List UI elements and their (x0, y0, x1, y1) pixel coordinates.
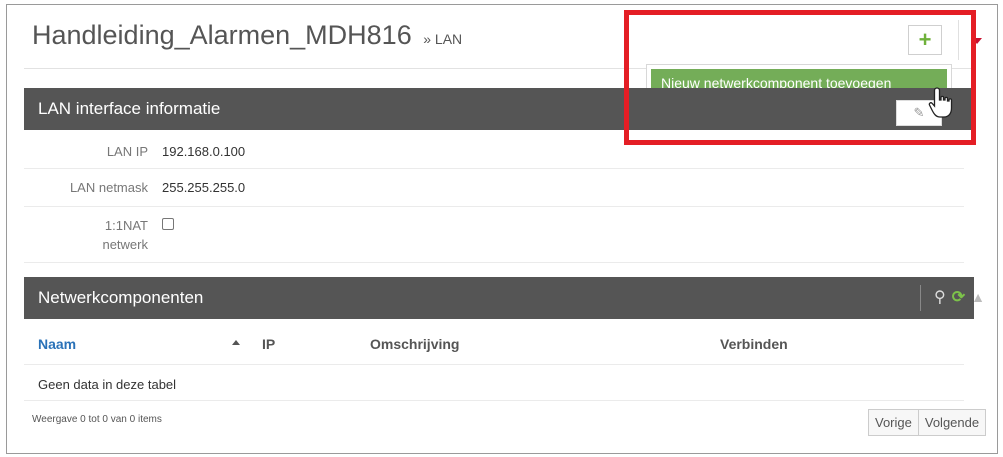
page-title: Handleiding_Alarmen_MDH816 » LAN (32, 20, 462, 51)
table-header-divider (24, 364, 964, 365)
network-components-title: Netwerkcomponenten (38, 288, 204, 307)
lan-ip-label: LAN IP (106, 144, 148, 159)
nat-label-line1: 1:1NAT (104, 218, 148, 233)
chevron-up-icon[interactable]: ▲ (971, 289, 985, 305)
column-header-verbinden[interactable]: Verbinden (720, 336, 788, 352)
column-header-naam[interactable]: Naam (38, 336, 76, 352)
lan-netmask-label: LAN netmask (69, 180, 148, 195)
page-title-text: Handleiding_Alarmen_MDH816 (32, 20, 412, 50)
breadcrumb[interactable]: » LAN (423, 31, 462, 47)
row-divider (24, 262, 964, 263)
pagination: Vorige Volgende (868, 409, 987, 436)
sort-ascending-icon[interactable] (232, 340, 240, 345)
lan-netmask-value: 255.255.255.0 (162, 180, 246, 195)
empty-table-message: Geen data in deze tabel (38, 377, 177, 392)
search-icon[interactable]: ⚲ (934, 287, 946, 307)
column-header-omschrijving[interactable]: Omschrijving (370, 336, 459, 352)
highlight-box (624, 10, 976, 145)
refresh-icon[interactable]: ⟳ (952, 287, 965, 307)
row-divider (24, 206, 964, 207)
nat-label-line2: netwerk (102, 237, 148, 252)
lan-panel-title: LAN interface informatie (38, 99, 221, 118)
row-divider (24, 400, 964, 401)
next-page-button[interactable]: Volgende (917, 410, 986, 435)
panel-tools: ⚲ ⟳ ▲ (934, 287, 985, 307)
prev-page-button[interactable]: Vorige (869, 410, 918, 435)
header-separator (920, 285, 921, 311)
network-components-header: Netwerkcomponenten ⚲ ⟳ ▲ (24, 277, 985, 319)
lan-ip-value: 192.168.0.100 (162, 144, 246, 159)
table-info: Weergave 0 tot 0 van 0 items (32, 414, 162, 425)
nat-label: 1:1NAT netwerk (24, 218, 148, 252)
nat-checkbox[interactable] (162, 218, 174, 233)
checkbox-icon (162, 218, 174, 230)
row-divider (24, 168, 964, 169)
column-header-ip[interactable]: IP (262, 336, 275, 352)
